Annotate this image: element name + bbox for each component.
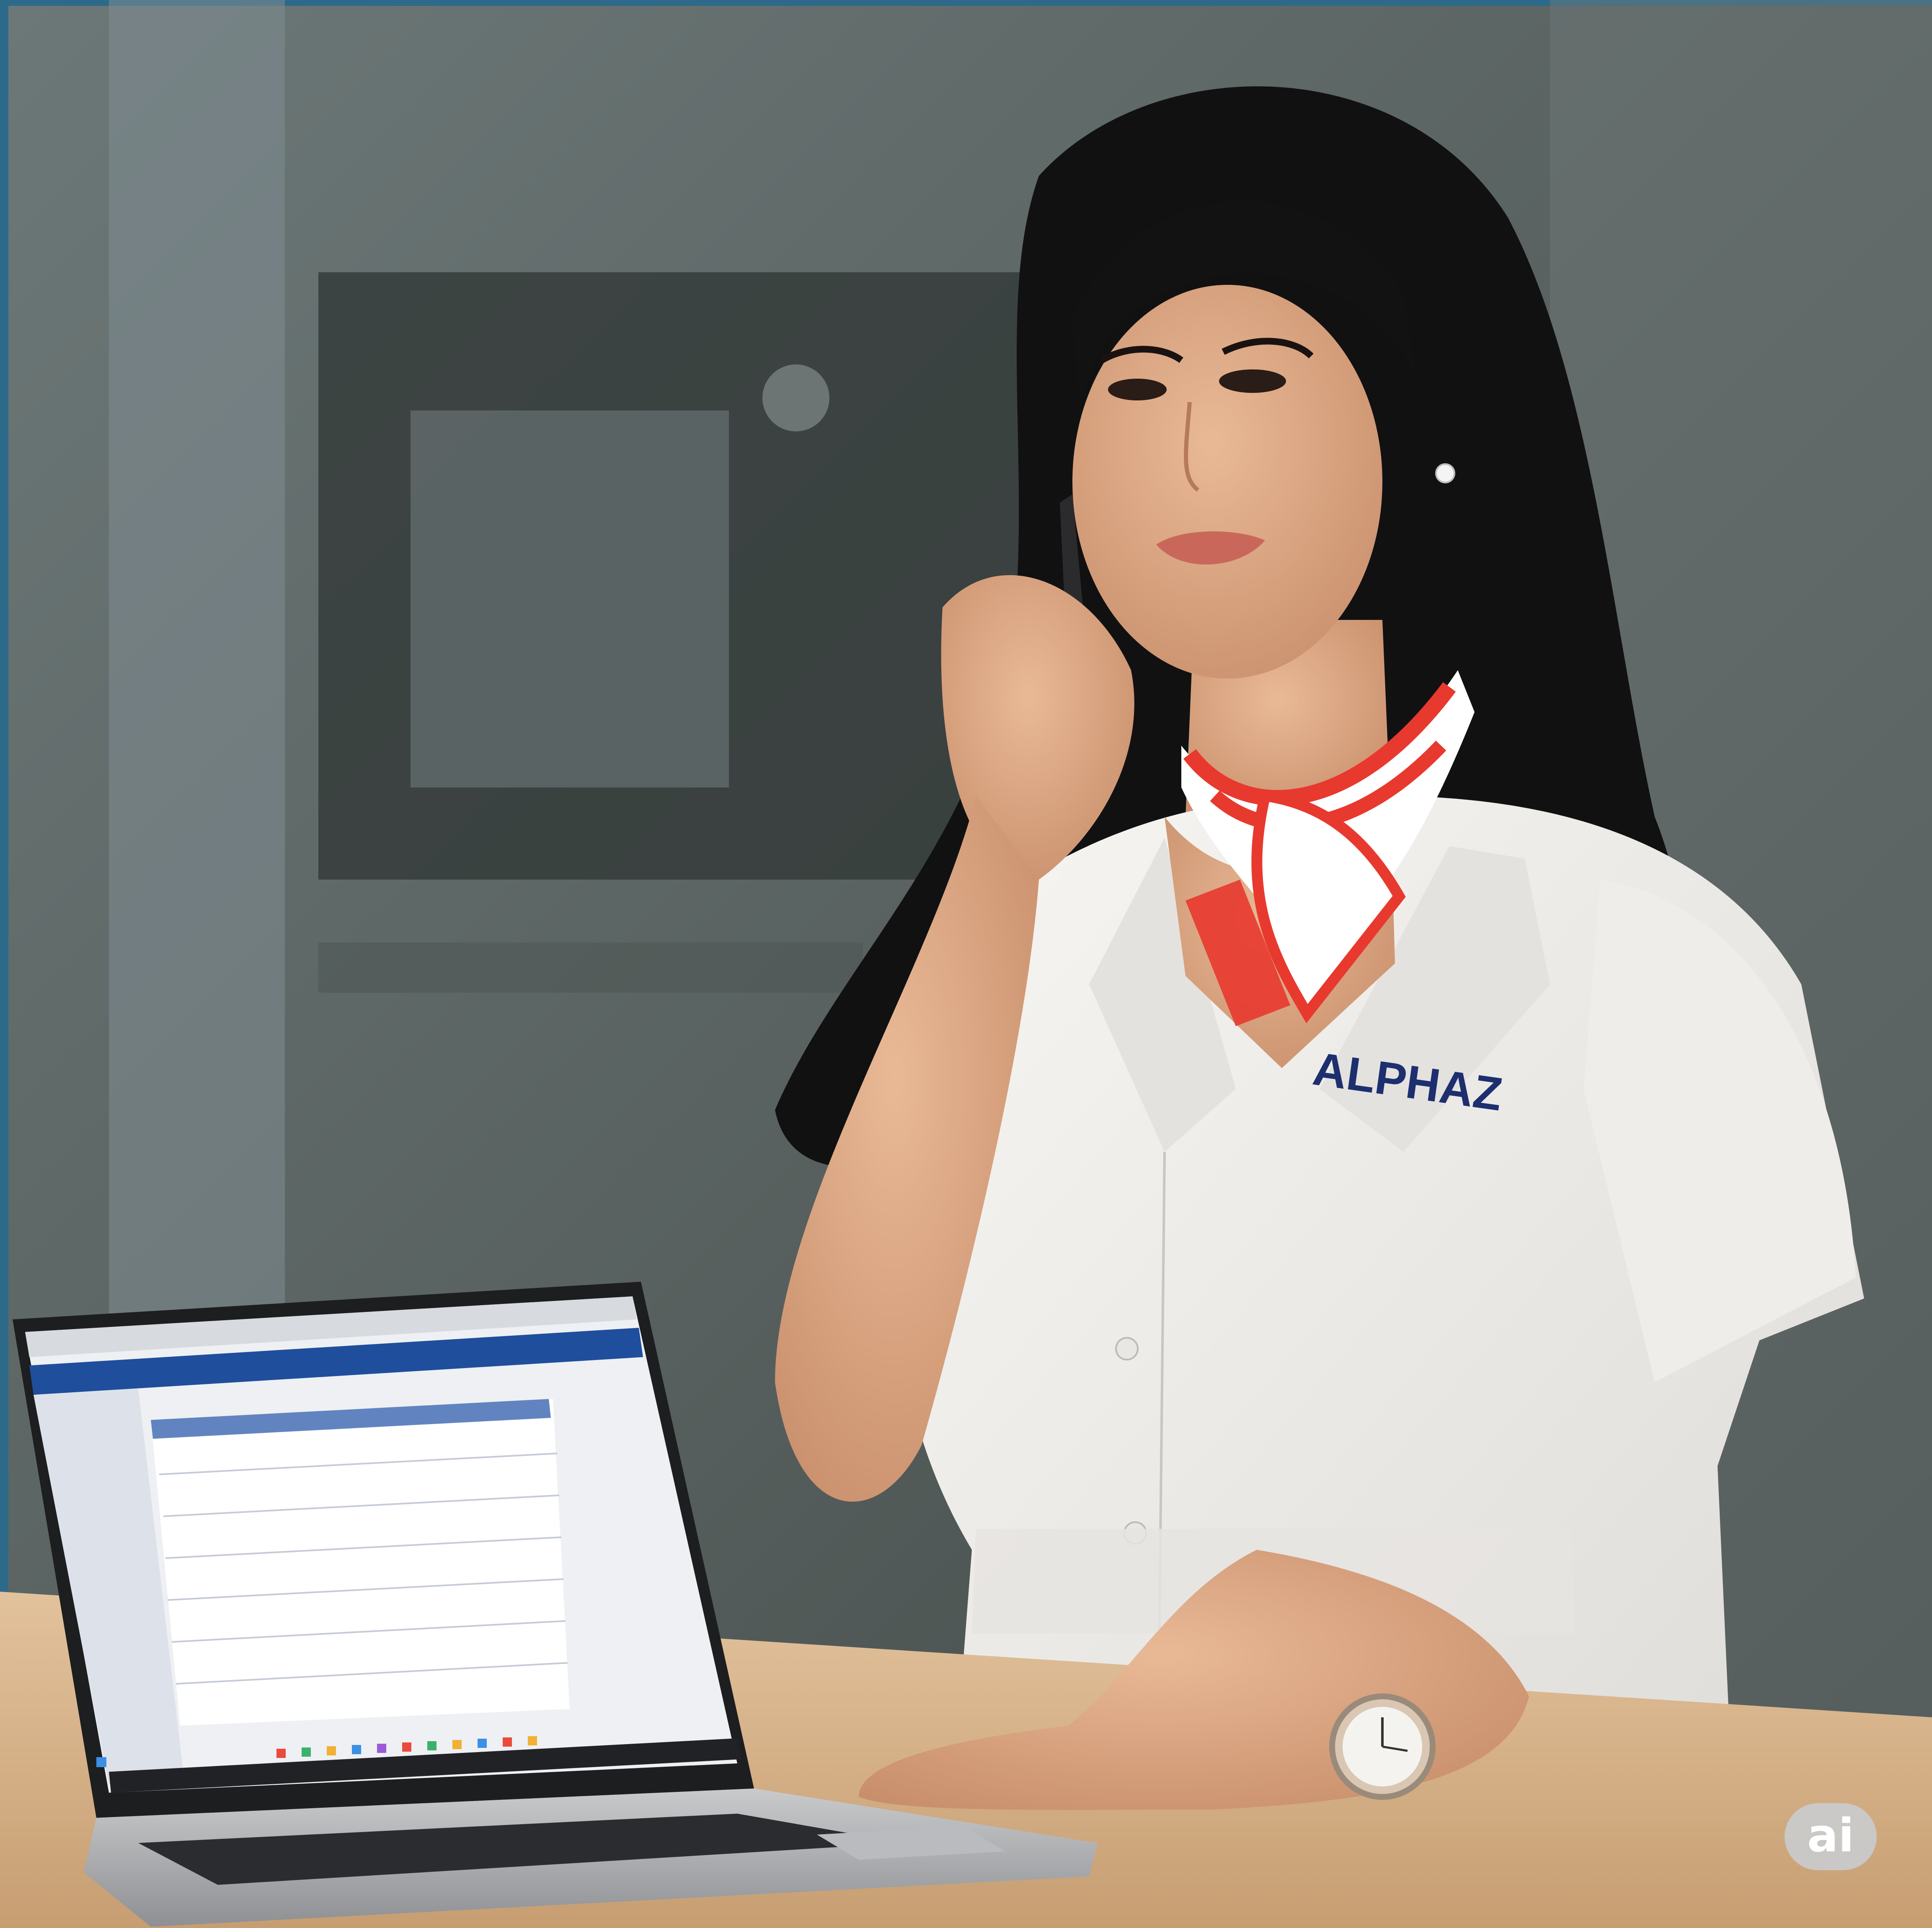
app-table-panel [151, 1399, 570, 1726]
button-1 [1115, 1337, 1139, 1360]
left-eye [1108, 379, 1167, 400]
windows-start-icon [96, 1757, 106, 1767]
glass-panel-left [109, 0, 285, 1319]
ai-badge-icon: ai [1807, 1809, 1854, 1862]
window-light [411, 410, 729, 787]
ceiling-light [762, 364, 829, 431]
office-shelf [318, 942, 863, 993]
right-eye [1219, 369, 1286, 393]
photo-scene: ALPHAZ ai [0, 0, 1932, 1928]
face [1072, 285, 1382, 679]
earring [1435, 463, 1455, 483]
